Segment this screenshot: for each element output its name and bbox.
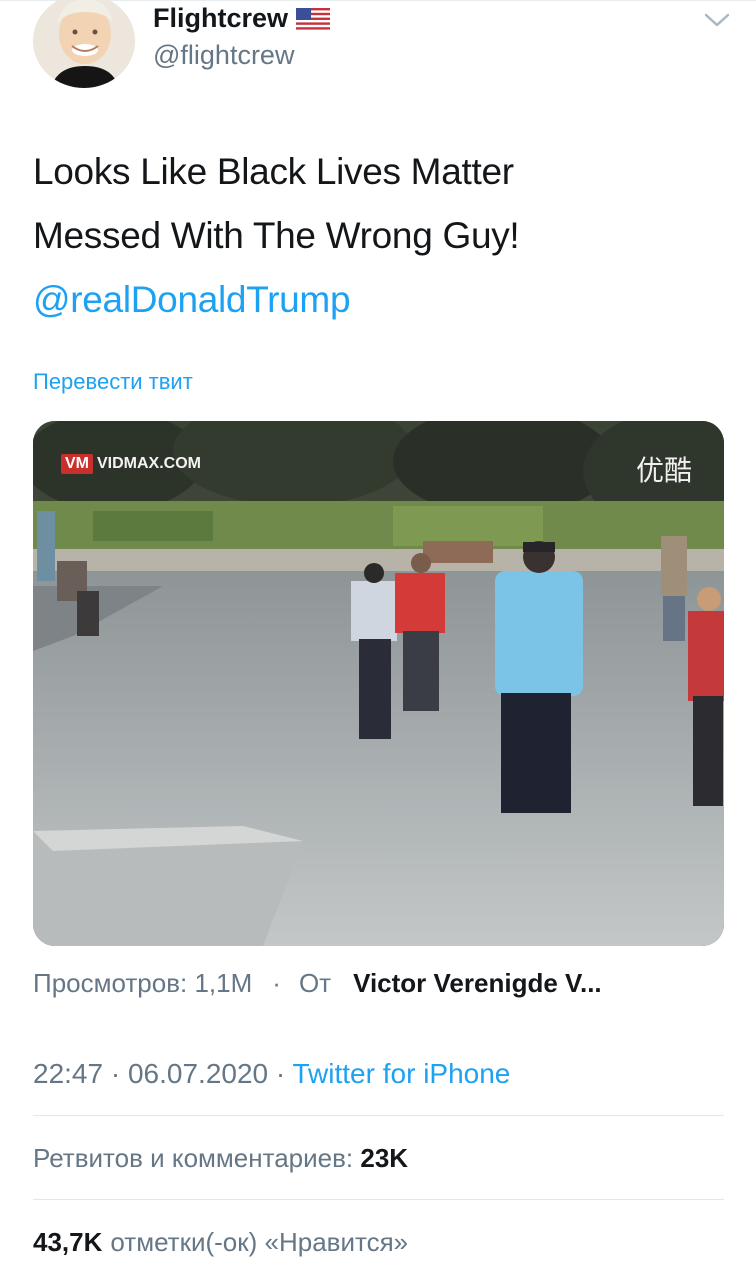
tweet-text: Looks Like Black Lives Matter Messed Wit… <box>33 140 723 332</box>
vidmax-watermark: VM VIDMAX.COM <box>61 454 201 474</box>
us-flag-icon <box>296 6 331 37</box>
client-link[interactable]: Twitter for iPhone <box>293 1058 511 1089</box>
tweet-date: 06.07.2020 <box>127 1058 269 1089</box>
views-count: Просмотров: 1,1M <box>33 968 253 998</box>
top-divider <box>0 0 756 1</box>
translate-tweet-link[interactable]: Перевести твит <box>33 369 193 395</box>
video-player[interactable]: VM VIDMAX.COM 优酷 <box>33 421 724 946</box>
author-name-text: Flightcrew <box>153 3 289 33</box>
retweets-stat[interactable]: Ретвитов и комментариев: 23K <box>33 1143 408 1174</box>
likes-count: 43,7K <box>33 1227 103 1257</box>
author-handle[interactable]: @flightcrew <box>153 40 294 71</box>
avatar[interactable] <box>33 0 135 88</box>
divider <box>33 1199 724 1200</box>
tweet-text-line: Looks Like Black Lives Matter <box>33 151 514 192</box>
separator-dot: · <box>103 1058 128 1089</box>
timestamp-row: 22:47 · 06.07.2020 · Twitter for iPhone <box>33 1058 510 1090</box>
retweets-count: 23K <box>360 1143 409 1173</box>
video-views-row: Просмотров: 1,1M · От Victor Verenigde V... <box>33 968 602 999</box>
tweet-text-line: Messed With The Wrong Guy! <box>33 215 520 256</box>
separator-dot: · <box>272 968 281 998</box>
tweet-time: 22:47 <box>33 1058 104 1089</box>
retweets-label: Ретвитов и комментариев: <box>33 1143 361 1173</box>
avatar-photo <box>33 0 135 88</box>
author-name[interactable]: Flightcrew <box>153 3 331 37</box>
chevron-down-icon[interactable] <box>702 8 732 32</box>
likes-stat[interactable]: 43,7K отметки(-ок) «Нравится» <box>33 1227 408 1258</box>
from-label: От <box>298 968 332 998</box>
tweet-detail: Flightcrew @flightcrew Looks Like Black … <box>0 0 756 1280</box>
likes-label: отметки(-ок) «Нравится» <box>110 1227 409 1257</box>
video-source-link[interactable]: Victor Verenigde V... <box>353 968 602 998</box>
youku-watermark: 优酷 <box>635 454 692 487</box>
divider <box>33 1115 724 1116</box>
video-frame <box>33 421 724 946</box>
separator-dot: · <box>268 1058 293 1089</box>
mention-link[interactable]: @realDonaldTrump <box>33 268 723 332</box>
